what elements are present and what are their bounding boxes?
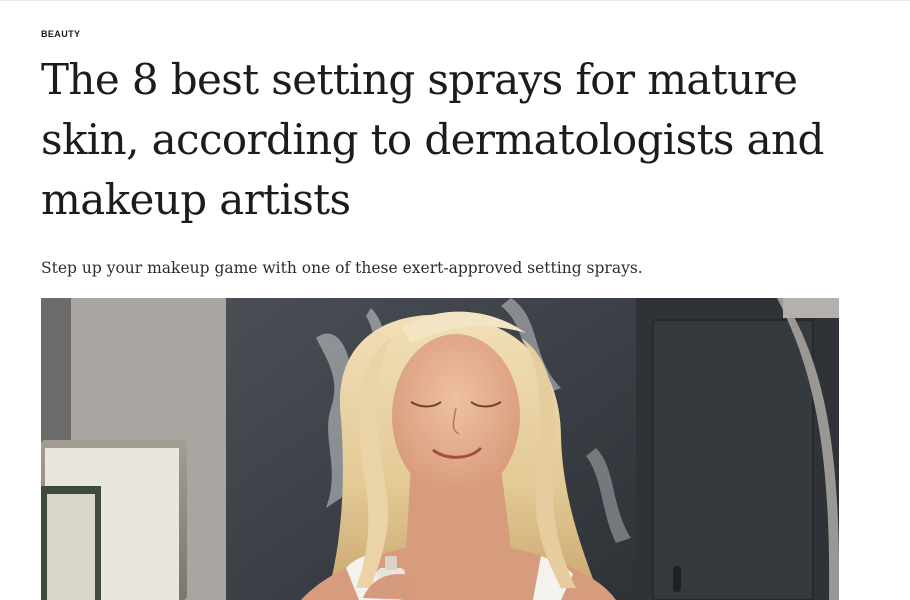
header-divider bbox=[0, 0, 910, 1]
article-page: BEAUTY The 8 best setting sprays for mat… bbox=[0, 0, 910, 600]
category-link[interactable]: BEAUTY bbox=[41, 29, 80, 39]
article-headline: The 8 best setting sprays for mature ski… bbox=[41, 55, 824, 224]
hero-image bbox=[41, 298, 839, 600]
article-dek: Step up your makeup game with one of the… bbox=[41, 259, 643, 277]
